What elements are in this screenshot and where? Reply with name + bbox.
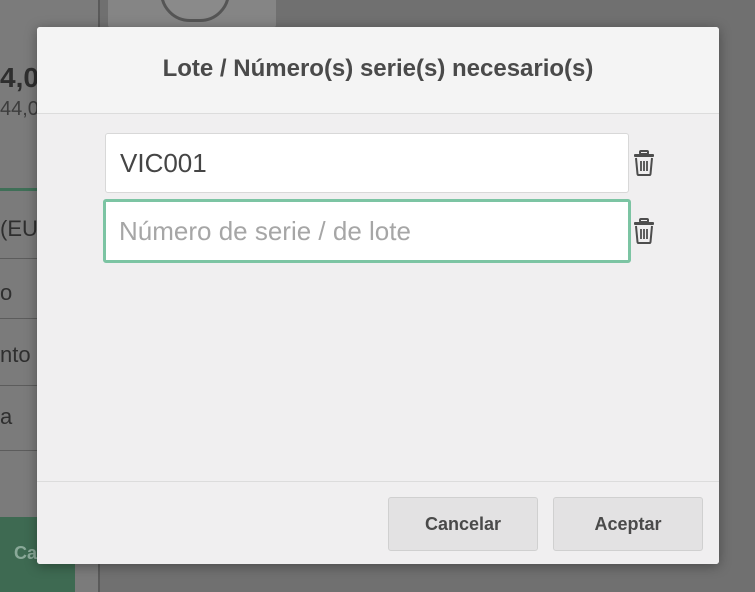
background-divider (0, 450, 38, 451)
lot-number-input[interactable] (105, 133, 629, 193)
accept-button[interactable]: Aceptar (553, 497, 703, 551)
lot-number-input[interactable] (103, 199, 631, 263)
lot-row (103, 199, 665, 263)
background-divider (0, 385, 38, 386)
trash-icon[interactable] (633, 150, 655, 176)
background-currency: (EU (0, 216, 38, 241)
dialog-body (37, 114, 719, 482)
dialog-title: Lote / Número(s) serie(s) necesario(s) (162, 55, 594, 82)
background-row-label: a (0, 404, 13, 429)
lot-row (105, 133, 665, 193)
lot-serial-dialog: Lote / Número(s) serie(s) necesario(s) V… (37, 27, 719, 564)
trash-icon[interactable] (633, 218, 655, 244)
background-row-label: o (0, 280, 13, 305)
background-row-label: nto (0, 342, 31, 367)
background-divider (0, 318, 38, 319)
dialog-footer: Cancelar Aceptar (37, 481, 719, 564)
background-divider (0, 258, 38, 259)
background-total-sub: 44,0 (0, 98, 39, 120)
background-payment-label: Ca (14, 543, 38, 563)
background-total: 4,0 (0, 62, 39, 93)
background-accent-line (0, 188, 38, 191)
cancel-button[interactable]: Cancelar (388, 497, 538, 551)
dialog-header: Lote / Número(s) serie(s) necesario(s) (37, 27, 719, 114)
